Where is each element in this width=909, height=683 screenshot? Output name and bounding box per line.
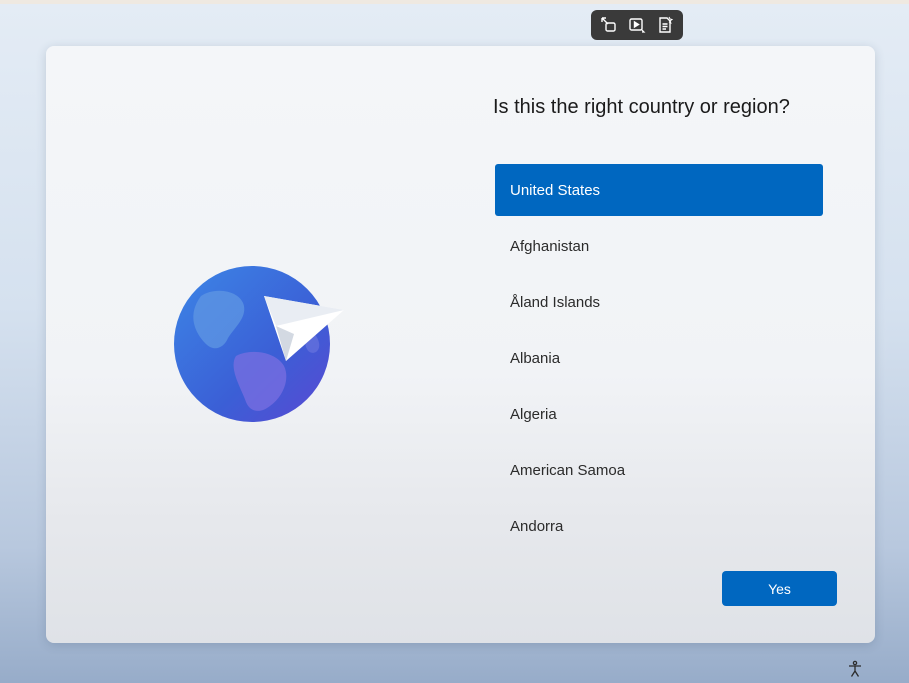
top-strip (0, 0, 909, 4)
page-title: Is this the right country or region? (493, 96, 790, 118)
yes-button[interactable]: Yes (722, 571, 837, 606)
notes-icon[interactable] (654, 14, 676, 36)
country-list[interactable]: United States Afghanistan Åland Islands … (495, 164, 823, 556)
country-option[interactable]: Afghanistan (495, 220, 823, 272)
video-capture-icon[interactable] (626, 14, 648, 36)
accessibility-icon[interactable] (845, 659, 865, 679)
country-option[interactable]: Andorra (495, 500, 823, 552)
capture-toolbar (591, 10, 683, 40)
country-option[interactable]: Albania (495, 332, 823, 384)
globe-illustration (174, 266, 344, 422)
oobe-window: Is this the right country or region? Uni… (46, 46, 875, 643)
country-option[interactable]: United States (495, 164, 823, 216)
country-option[interactable]: American Samoa (495, 444, 823, 496)
screenshot-capture-icon[interactable] (598, 14, 620, 36)
country-option[interactable]: Åland Islands (495, 276, 823, 328)
country-option[interactable]: Algeria (495, 388, 823, 440)
